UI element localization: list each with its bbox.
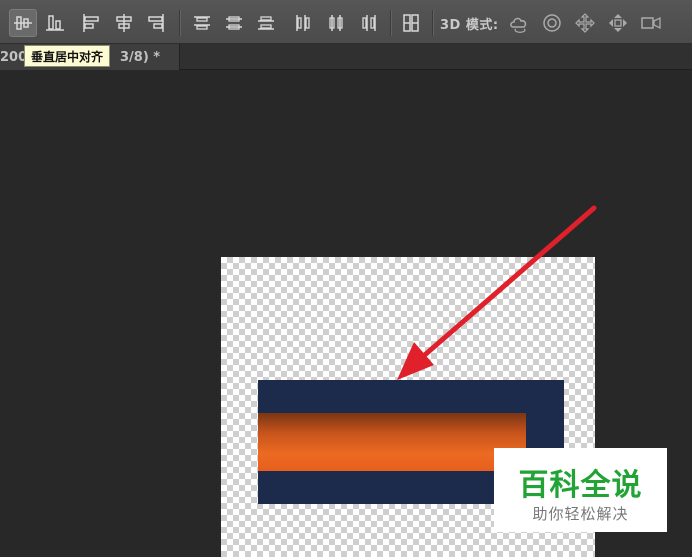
align-right-edges-button[interactable] — [142, 9, 170, 37]
distribute-top-edges-button[interactable] — [188, 9, 216, 37]
align-horizontal-centers-icon — [116, 14, 132, 32]
distribute-vertical-centers-button[interactable] — [220, 9, 248, 37]
document-tab-title-end: 3/8) * — [120, 50, 161, 65]
3d-mode-label: 3D 模式: — [440, 18, 499, 33]
drag-3d-button[interactable] — [572, 10, 598, 36]
distribute-horizontal-centers-icon — [329, 15, 343, 31]
align-bottom-edges-button[interactable] — [41, 9, 69, 37]
toolbar-separator — [390, 10, 392, 36]
options-bar: 3D 模式: — [0, 0, 692, 44]
auto-align-layers-button[interactable] — [397, 9, 425, 37]
align-left-edges-icon — [83, 14, 99, 32]
distribute-top-edges-icon — [194, 16, 210, 30]
watermark-subtitle: 助你轻松解决 — [532, 505, 629, 523]
align-vertical-centers-button[interactable] — [9, 9, 37, 37]
scale-3d-icon — [641, 16, 661, 30]
align-bottom-edges-icon — [46, 15, 64, 31]
roll-3d-icon — [543, 14, 561, 32]
align-left-edges-button[interactable] — [77, 9, 105, 37]
rotate-3d-icon — [510, 17, 527, 33]
watermark-title: 百科全说 — [518, 468, 643, 503]
distribute-bottom-edges-icon — [258, 16, 274, 30]
slide-3d-button[interactable] — [605, 10, 631, 36]
align-vertical-centers-icon — [14, 16, 32, 30]
distribute-vertical-centers-icon — [226, 16, 242, 30]
drag-3d-icon — [575, 13, 595, 33]
orange-gradient-layer[interactable] — [258, 413, 526, 471]
distribute-right-edges-button[interactable] — [355, 9, 383, 37]
align-horizontal-centers-button[interactable] — [110, 9, 138, 37]
tooltip: 垂直居中对齐 — [24, 45, 111, 67]
distribute-left-edges-button[interactable] — [289, 9, 317, 37]
scale-3d-button[interactable] — [638, 10, 664, 36]
slide-3d-icon — [609, 14, 627, 32]
distribute-left-edges-icon — [296, 15, 310, 31]
watermark-box: 百科全说 助你轻松解决 — [494, 448, 667, 532]
toolbar-separator — [432, 10, 434, 36]
distribute-horizontal-centers-button[interactable] — [322, 9, 350, 37]
rotate-3d-button[interactable] — [506, 10, 532, 36]
toolbar-separator — [179, 10, 181, 36]
auto-align-layers-icon — [403, 14, 419, 32]
distribute-bottom-edges-button[interactable] — [252, 9, 280, 37]
distribute-right-edges-icon — [362, 15, 376, 31]
align-right-edges-icon — [148, 14, 164, 32]
roll-3d-button[interactable] — [539, 10, 565, 36]
